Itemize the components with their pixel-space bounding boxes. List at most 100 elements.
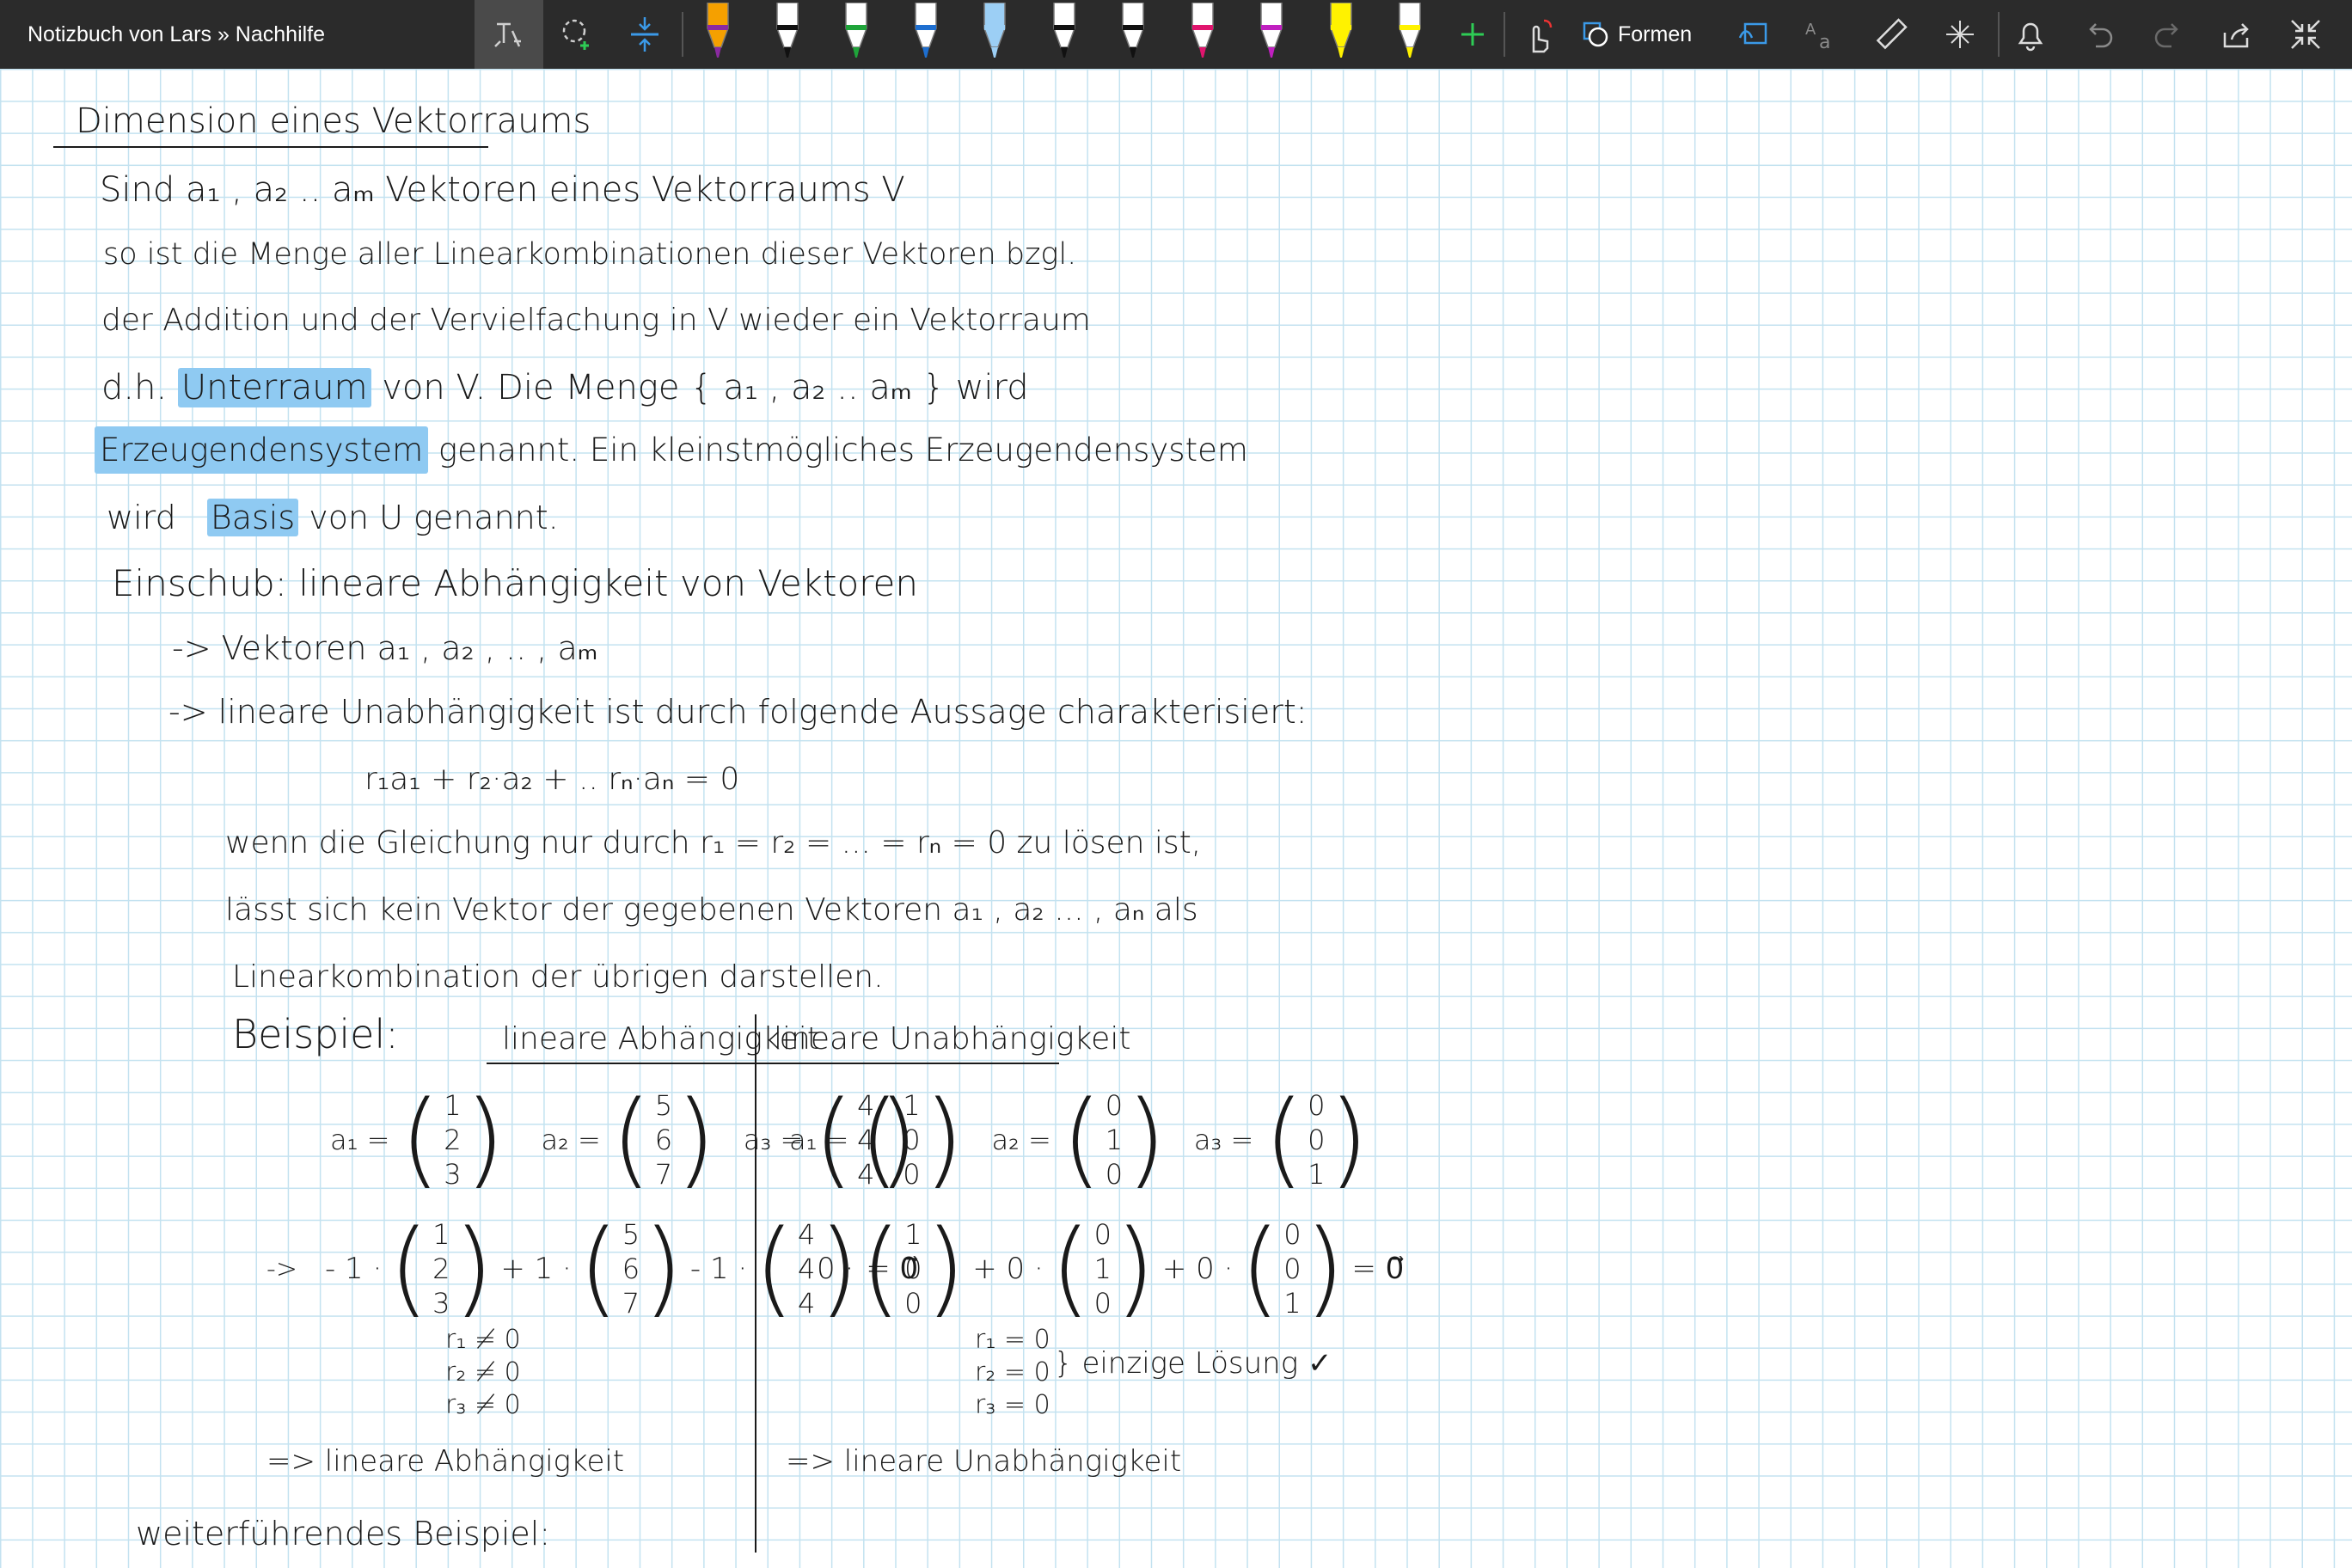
- pen-button[interactable]: [696, 0, 739, 62]
- pen-button[interactable]: [1388, 0, 1431, 62]
- vector-entry: 0: [1283, 1218, 1302, 1251]
- text-select-button[interactable]: [475, 0, 543, 69]
- right-r1: r₁ = 0: [975, 1325, 1050, 1355]
- vector-entry: 4: [798, 1253, 816, 1285]
- vector-entry: 3: [444, 1158, 462, 1191]
- einschub-item-independence: -> lineare Unabhängigkeit ist durch folg…: [168, 693, 1308, 731]
- note-line-6-pre: wird: [107, 499, 176, 536]
- touch-drawing-button[interactable]: [1513, 7, 1565, 62]
- vector-entry: 7: [622, 1287, 640, 1320]
- undo-icon: [2082, 17, 2116, 52]
- pen-button[interactable]: [1320, 0, 1363, 62]
- vector-entry: 0: [1308, 1124, 1326, 1156]
- shapes-label: Formen: [1618, 21, 1693, 46]
- pen-button[interactable]: [973, 0, 1016, 62]
- right-conclusion: => lineare Unabhängigkeit: [786, 1444, 1182, 1479]
- left-vector-a2: (5 6 7): [610, 1080, 716, 1199]
- pen-button[interactable]: [1043, 0, 1086, 62]
- note-canvas[interactable]: Dimension eines Vektorraums Sind a₁ , a₂…: [0, 69, 2352, 1568]
- vector-entry: 1: [1308, 1158, 1326, 1191]
- shapes-button[interactable]: Formen: [1582, 7, 1711, 62]
- vector-entry: 0: [904, 1287, 922, 1320]
- ink-to-text-icon: Aa: [1804, 17, 1841, 52]
- vector-entry: 0: [1105, 1089, 1124, 1122]
- left-coef-1: - 1 ·: [324, 1252, 383, 1286]
- left-a2-label: a₂ =: [541, 1124, 601, 1156]
- pen-button[interactable]: [1250, 0, 1293, 62]
- note-line-2: so ist die Menge aller Linearkombination…: [103, 237, 1077, 272]
- vector-entry: 2: [432, 1253, 450, 1285]
- pen-button[interactable]: [835, 0, 878, 62]
- right-combo-vector-2: (0 1 0): [1050, 1209, 1155, 1328]
- note-line-6-post: von U genannt.: [309, 499, 559, 536]
- note-title: Dimension eines Vektorraums: [76, 101, 591, 141]
- ruler-button[interactable]: [1865, 7, 1917, 62]
- pen-icon: [707, 3, 729, 58]
- note-line-5-post: genannt. Ein kleinstmögliches Erzeugende…: [438, 432, 1248, 469]
- vector-entry: 0: [1093, 1287, 1112, 1320]
- right-vector-a3: (0 0 1): [1264, 1080, 1369, 1199]
- title-underline: [53, 146, 488, 148]
- note-line-1: Sind a₁ , a₂ .. aₘ Vektoren eines Vektor…: [100, 170, 905, 210]
- svg-text:a: a: [1819, 32, 1830, 52]
- math-icon: [1943, 17, 1977, 52]
- lasso-select-button[interactable]: [552, 7, 603, 62]
- left-conclusion: => lineare Abhängigkeit: [266, 1444, 625, 1479]
- plus-icon: [1459, 21, 1486, 48]
- notebook-breadcrumb[interactable]: Notizbuch von Lars » Nachhilfe: [28, 0, 325, 69]
- right-linear-combination: 0 · (1 0 0) + 0 · (0 1 0) + 0 · (0 0 1) = 0⃗: [817, 1217, 1404, 1320]
- ink-to-text-button[interactable]: Aa: [1797, 7, 1848, 62]
- right-coef-2: + 0 ·: [972, 1252, 1044, 1286]
- left-r3: r₃ ≠ 0: [445, 1390, 521, 1420]
- vector-entry: 4: [798, 1287, 816, 1320]
- insert-space-button[interactable]: [619, 7, 671, 62]
- toolbar-divider: [682, 12, 683, 57]
- pen-button[interactable]: [904, 0, 947, 62]
- vector-entry: 1: [432, 1218, 450, 1251]
- pen-button[interactable]: [766, 0, 809, 62]
- shapes-icon: [1582, 21, 1609, 48]
- pen-icon: [1399, 3, 1421, 58]
- pen-button[interactable]: [1181, 0, 1224, 62]
- vector-entry: 2: [444, 1124, 462, 1156]
- left-r1: r₁ ≠ 0: [445, 1325, 521, 1355]
- right-a3-label: a₃ =: [1193, 1124, 1254, 1156]
- pen-icon: [1052, 3, 1075, 58]
- column-header-dependent: lineare Abhängigkeit: [502, 1021, 819, 1057]
- math-button[interactable]: [1934, 7, 1986, 62]
- redo-button[interactable]: [2142, 7, 2194, 62]
- einschub-heading: Einschub: lineare Abhängigkeit von Vekto…: [112, 562, 918, 604]
- vector-entry: 6: [654, 1124, 673, 1156]
- pen-icon: [983, 3, 1006, 58]
- vector-entry: 5: [654, 1089, 673, 1122]
- right-vector-a2: (0 1 0): [1061, 1080, 1167, 1199]
- table-header-rule: [487, 1063, 1059, 1064]
- share-button[interactable]: [2211, 7, 2263, 62]
- notifications-button[interactable]: [2005, 7, 2056, 62]
- pen-icon: [914, 3, 937, 58]
- left-vector-a1: (1 2 3): [400, 1080, 505, 1199]
- einschub-item-vectors: -> Vektoren a₁ , a₂ , .. , aₘ: [172, 629, 598, 667]
- pen-button[interactable]: [1112, 0, 1155, 62]
- bell-icon: [2015, 17, 2046, 52]
- left-a1-label: a₁ =: [330, 1124, 390, 1156]
- condition-text-3: Linearkombination der übrigen darstellen…: [232, 959, 884, 995]
- vector-entry: 1: [904, 1218, 922, 1251]
- right-r3: r₃ = 0: [975, 1390, 1050, 1420]
- full-screen-button[interactable]: [2280, 7, 2331, 62]
- ink-to-shape-button[interactable]: [1728, 7, 1779, 62]
- right-r2: r₂ = 0: [975, 1357, 1050, 1387]
- right-coefficient-list: r₁ = 0 r₂ = 0 r₃ = 0: [975, 1324, 1050, 1422]
- vector-entry: 0: [903, 1124, 921, 1156]
- add-pen-button[interactable]: [1451, 7, 1494, 62]
- note-line-4-pre: d.h.: [101, 368, 168, 407]
- touch-hand-icon: [1522, 15, 1556, 53]
- left-coefficient-list: r₁ ≠ 0 r₂ ≠ 0 r₃ ≠ 0: [445, 1324, 521, 1422]
- independence-equation: r₁a₁ + r₂·a₂ + .. rₙ·aₙ = 0: [364, 762, 740, 797]
- right-coef-3: + 0 ·: [1161, 1252, 1234, 1286]
- undo-button[interactable]: [2073, 7, 2125, 62]
- note-line-5: Erzeugendensystem genannt. Ein kleinstmö…: [95, 426, 1248, 474]
- highlight-unterraum: Unterraum: [177, 368, 371, 407]
- note-line-3: der Addition und der Vervielfachung in V…: [101, 303, 1091, 338]
- vector-entry: 7: [654, 1158, 673, 1191]
